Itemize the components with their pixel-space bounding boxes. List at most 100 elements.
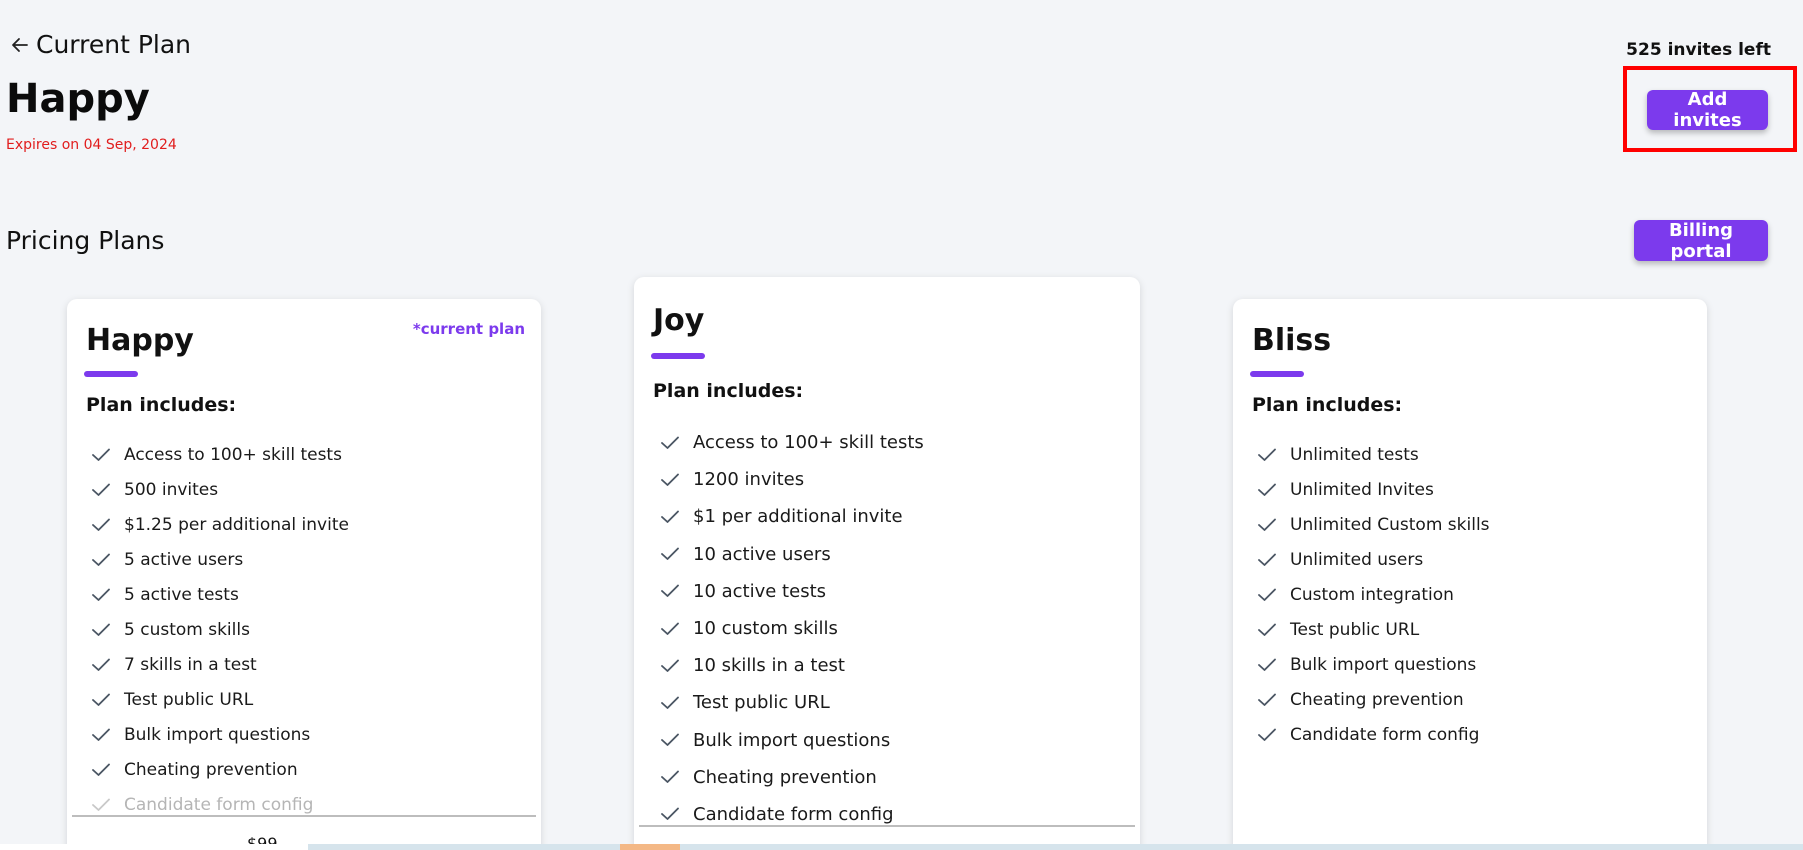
check-icon — [661, 659, 679, 672]
feature-item: Bulk import questions — [92, 717, 349, 752]
feature-label: 10 skills in a test — [693, 655, 845, 677]
plan-card-joy[interactable]: Joy Plan includes: Access to 100+ skill … — [634, 277, 1140, 850]
check-icon — [92, 798, 110, 811]
feature-label: 1200 invites — [693, 469, 805, 491]
feature-item: Custom integration — [1258, 577, 1490, 612]
plan-card-bliss[interactable]: Bliss Plan includes: Unlimited tests Unl… — [1233, 299, 1707, 850]
card-divider — [72, 815, 536, 817]
add-invites-button[interactable]: Add invites — [1647, 89, 1768, 131]
feature-label: Cheating prevention — [124, 759, 298, 780]
check-icon — [661, 733, 679, 746]
check-icon — [92, 483, 110, 496]
feature-item: $1.25 per additional invite — [92, 507, 349, 542]
check-icon — [661, 696, 679, 709]
current-plan-name: Happy — [6, 76, 150, 122]
feature-label: $1 per additional invite — [693, 506, 903, 528]
check-icon — [92, 728, 110, 741]
check-icon — [1258, 448, 1276, 461]
feature-label: Unlimited Custom skills — [1290, 514, 1490, 535]
feature-item: 10 skills in a test — [661, 647, 924, 684]
feature-label: 7 skills in a test — [124, 654, 257, 675]
feature-item: Candidate form config — [661, 796, 924, 833]
billing-portal-button[interactable]: Billing portal — [1634, 220, 1768, 262]
feature-item: Bulk import questions — [1258, 647, 1490, 682]
check-icon — [92, 763, 110, 776]
bottom-taskbar-strip — [0, 844, 1803, 850]
check-icon — [661, 473, 679, 486]
feature-item: 10 active tests — [661, 573, 924, 610]
feature-label: Unlimited tests — [1290, 444, 1419, 465]
feature-label: Bulk import questions — [1290, 654, 1477, 675]
feature-item: Unlimited Custom skills — [1258, 507, 1490, 542]
feature-item: Unlimited tests — [1258, 437, 1490, 472]
feature-label: Access to 100+ skill tests — [693, 432, 924, 454]
plan-card-title: Joy — [653, 303, 705, 338]
plan-includes-label: Plan includes: — [86, 394, 237, 416]
check-icon — [1258, 623, 1276, 636]
feature-item: Test public URL — [92, 682, 349, 717]
title-underline — [651, 353, 705, 359]
feature-list: Access to 100+ skill tests 1200 invites … — [661, 424, 924, 833]
feature-item: 10 custom skills — [661, 610, 924, 647]
feature-item: Access to 100+ skill tests — [661, 424, 924, 461]
feature-label: Cheating prevention — [693, 766, 877, 788]
check-icon — [92, 693, 110, 706]
feature-label: Access to 100+ skill tests — [124, 444, 342, 465]
title-underline — [84, 371, 138, 377]
plan-card-title: Bliss — [1252, 323, 1332, 358]
plan-card-happy[interactable]: Happy *current plan Plan includes: Acces… — [67, 299, 541, 850]
feature-label: Candidate form config — [124, 794, 314, 815]
feature-label: 5 custom skills — [124, 619, 250, 640]
feature-item: Unlimited Invites — [1258, 472, 1490, 507]
feature-item: Cheating prevention — [1258, 682, 1490, 717]
feature-item: 5 active users — [92, 542, 349, 577]
invites-left-count: 525 invites left — [1626, 40, 1771, 60]
feature-label: 5 active tests — [124, 584, 239, 605]
back-link[interactable]: Current Plan — [10, 30, 191, 59]
back-link-label: Current Plan — [36, 30, 192, 59]
plan-expiry-text: Expires on 04 Sep, 2024 — [6, 137, 177, 153]
plan-card-title: Happy — [86, 323, 194, 358]
current-plan-page: Current Plan Happy Expires on 04 Sep, 20… — [0, 0, 1803, 850]
feature-item: $1 per additional invite — [661, 498, 924, 535]
title-underline — [1250, 371, 1304, 377]
feature-label: Candidate form config — [693, 803, 894, 825]
check-icon — [661, 622, 679, 635]
check-icon — [661, 547, 679, 561]
feature-label: Test public URL — [1290, 619, 1420, 640]
feature-item: Cheating prevention — [92, 752, 349, 787]
check-icon — [92, 623, 110, 636]
check-icon — [1258, 518, 1276, 531]
feature-label: Test public URL — [124, 689, 254, 710]
feature-item: 7 skills in a test — [92, 647, 349, 682]
feature-label: Custom integration — [1290, 584, 1454, 605]
check-icon — [661, 808, 679, 821]
feature-label: 500 invites — [124, 479, 219, 500]
feature-label: 10 active tests — [693, 580, 827, 602]
check-icon — [1258, 588, 1276, 601]
check-icon — [661, 510, 679, 523]
check-icon — [1258, 483, 1276, 496]
feature-item: Test public URL — [1258, 612, 1490, 647]
check-icon — [1258, 693, 1276, 706]
feature-label: Cheating prevention — [1290, 689, 1464, 710]
feature-item: 1200 invites — [661, 461, 924, 498]
check-icon — [1258, 658, 1276, 671]
check-icon — [661, 770, 679, 784]
pricing-plans-title: Pricing Plans — [6, 226, 165, 255]
feature-item: 500 invites — [92, 472, 349, 507]
card-divider — [639, 825, 1135, 827]
plan-includes-label: Plan includes: — [653, 380, 804, 402]
feature-item: Bulk import questions — [661, 722, 924, 759]
check-icon — [661, 436, 679, 449]
feature-item: Test public URL — [661, 684, 924, 721]
feature-label: 10 active users — [693, 543, 831, 565]
check-icon — [92, 448, 110, 461]
check-icon — [92, 518, 110, 531]
feature-list: Access to 100+ skill tests 500 invites $… — [92, 437, 349, 822]
feature-label: 5 active users — [124, 549, 244, 570]
check-icon — [92, 658, 110, 671]
feature-label: 10 custom skills — [693, 618, 838, 640]
plan-includes-label: Plan includes: — [1252, 394, 1403, 416]
feature-label: Candidate form config — [1290, 724, 1480, 745]
